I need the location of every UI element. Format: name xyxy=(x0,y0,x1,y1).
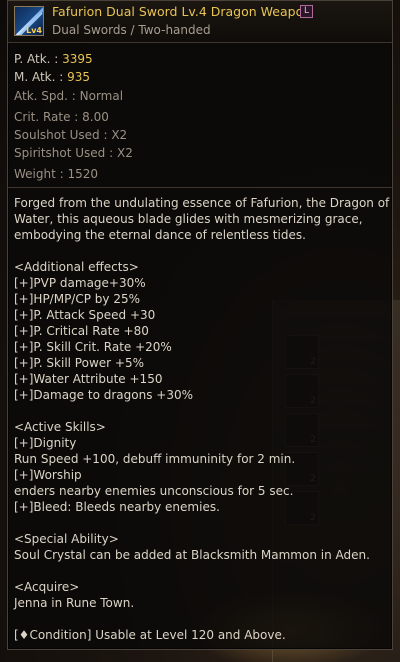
patk-value: 3395 xyxy=(62,52,93,66)
weight-stat: Weight : 1520 xyxy=(14,167,99,181)
condition-text: [♦Condition] Usable at Level 120 and Abo… xyxy=(14,628,286,642)
special-ability: <Special Ability> Soul Crystal can be ad… xyxy=(14,531,386,563)
patk-label: P. Atk. : xyxy=(14,52,63,66)
game-scene: 2 2 2 2 2 Lv4 Fafurion Dual Sword Lv.4 D… xyxy=(0,0,400,662)
effect-line: [+]HP/MP/CP by 25% xyxy=(14,292,140,306)
icon-level-label: Lv4 xyxy=(26,26,42,35)
patk-stat: P. Atk. : 3395 xyxy=(14,52,93,66)
skill-line: Run Speed +100, debuff immuninity for 2 … xyxy=(14,452,296,466)
crit-stat: Crit. Rate : 8.00 xyxy=(14,110,109,124)
effect-line: [+]Damage to dragons +30% xyxy=(14,388,193,402)
item-type: Dual Swords / Two-handed xyxy=(52,23,211,37)
effect-line: [+]P. Attack Speed +30 xyxy=(14,308,156,322)
description-line: Forged from the undulating essence of Fa… xyxy=(14,196,390,210)
skill-line: enders nearby enemies unconscious for 5 … xyxy=(14,484,294,498)
item-description: Forged from the undulating essence of Fa… xyxy=(14,195,390,243)
divider xyxy=(8,187,392,188)
tooltip-header: Lv4 Fafurion Dual Sword Lv.4 Dragon Weap… xyxy=(8,1,392,43)
item-tooltip: Lv4 Fafurion Dual Sword Lv.4 Dragon Weap… xyxy=(7,0,393,650)
effect-line: [+]P. Skill Power +5% xyxy=(14,356,144,370)
grade-badge: L xyxy=(300,5,313,18)
skill-line: [+]Dignity xyxy=(14,436,77,450)
section-header: <Additional effects> xyxy=(14,260,139,274)
soulshot-stat: Soulshot Used : X2 xyxy=(14,128,128,142)
matk-value: 935 xyxy=(67,70,91,84)
description-line: Water, this aqueous blade glides with me… xyxy=(14,212,363,226)
acquire: <Acquire> Jenna in Rune Town. xyxy=(14,579,386,611)
effect-line: [+]Water Attribute +150 xyxy=(14,372,163,386)
acquire-text: Jenna in Rune Town. xyxy=(14,596,135,610)
usage-condition: [♦Condition] Usable at Level 120 and Abo… xyxy=(14,627,386,643)
section-header: <Active Skills> xyxy=(14,420,106,434)
additional-effects: <Additional effects> [+]PVP damage+30% [… xyxy=(14,259,386,403)
skill-line: [+]Worship xyxy=(14,468,82,482)
section-header: <Acquire> xyxy=(14,580,80,594)
matk-label: M. Atk. : xyxy=(14,70,68,84)
active-skills: <Active Skills> [+]Dignity Run Speed +10… xyxy=(14,419,386,515)
section-header: <Special Ability> xyxy=(14,532,119,546)
effect-line: [+]P. Skill Crit. Rate +20% xyxy=(14,340,172,354)
item-name: Fafurion Dual Sword Lv.4 Dragon Weapon xyxy=(52,4,312,19)
special-ability-text: Soul Crystal can be added at Blacksmith … xyxy=(14,548,370,562)
dual-sword-icon: Lv4 xyxy=(14,6,44,36)
effect-line: [+]PVP damage+30% xyxy=(14,276,146,290)
matk-stat: M. Atk. : 935 xyxy=(14,70,90,84)
effect-line: [+]P. Critical Rate +80 xyxy=(14,324,149,338)
spiritshot-stat: Spiritshot Used : X2 xyxy=(14,146,133,160)
atkspd-stat: Atk. Spd. : Normal xyxy=(14,89,124,103)
description-line: embodying the eternal dance of relentles… xyxy=(14,228,306,242)
skill-line: [+]Bleed: Bleeds nearby enemies. xyxy=(14,500,220,514)
